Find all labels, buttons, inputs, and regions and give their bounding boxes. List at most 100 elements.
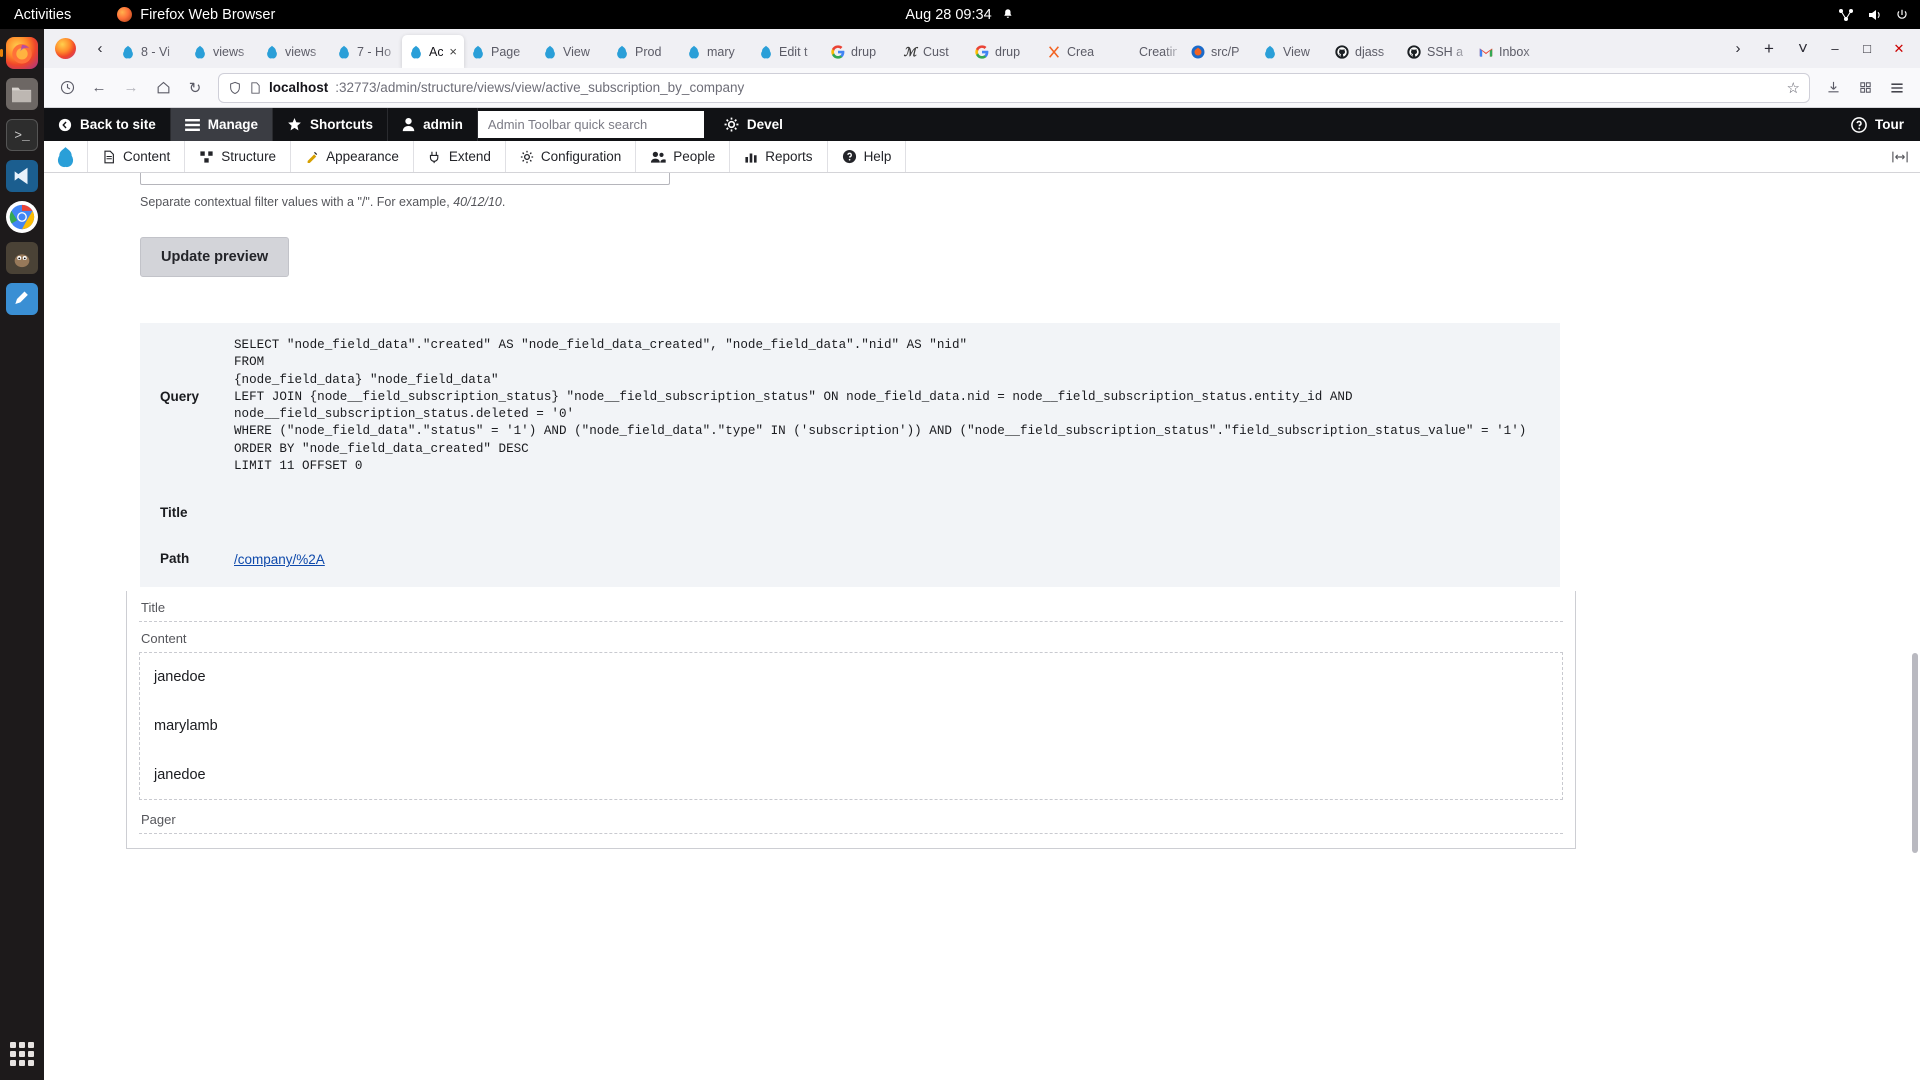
- vscode-icon: [11, 165, 33, 187]
- tour-button[interactable]: Tour: [1835, 108, 1920, 141]
- new-tab-button[interactable]: +: [1752, 29, 1786, 68]
- drupal-favicon: [687, 45, 701, 59]
- admin-menu-item-configuration[interactable]: Configuration: [506, 141, 636, 172]
- chrome-icon: [9, 204, 35, 230]
- admin-quick-search-placeholder: Admin Toolbar quick search: [488, 117, 647, 132]
- browser-tab[interactable]: drup: [824, 35, 896, 68]
- file-icon: [102, 150, 116, 164]
- query-label: Query: [140, 337, 234, 404]
- url-path: :32773/admin/structure/views/view/active…: [335, 80, 744, 95]
- dock-item-terminal[interactable]: >_: [6, 119, 38, 151]
- tab-label: SSH a: [1427, 45, 1463, 59]
- content-row: janedoe: [140, 750, 1562, 799]
- clock[interactable]: Aug 28 09:34: [905, 7, 1014, 23]
- browser-tab[interactable]: views: [186, 35, 258, 68]
- dock-item-chrome[interactable]: [6, 201, 38, 233]
- browser-tab[interactable]: Edit t: [752, 35, 824, 68]
- reload-button[interactable]: ↻: [180, 73, 210, 103]
- url-bar[interactable]: localhost:32773/admin/structure/views/vi…: [218, 73, 1810, 103]
- tab-scroll-right-button[interactable]: ›: [1724, 29, 1752, 68]
- browser-tab[interactable]: drup: [968, 35, 1040, 68]
- minimize-button[interactable]: –: [1820, 29, 1850, 68]
- brush-icon: [305, 150, 319, 164]
- drupal-logo-icon[interactable]: [44, 141, 88, 172]
- user-tab[interactable]: admin: [388, 108, 478, 141]
- admin-menu-label: People: [673, 149, 715, 164]
- browser-tab[interactable]: mary: [680, 35, 752, 68]
- browser-tab[interactable]: ℳCust: [896, 35, 968, 68]
- dock-item-gimp[interactable]: [6, 242, 38, 274]
- admin-menu-item-people[interactable]: People: [636, 141, 730, 172]
- browser-tab[interactable]: 7 - Ho: [330, 35, 402, 68]
- downloads-icon[interactable]: [1818, 73, 1848, 103]
- browser-tab[interactable]: src/P: [1184, 35, 1256, 68]
- admin-menu-item-structure[interactable]: Structure: [185, 141, 291, 172]
- toolbar-orientation-toggle[interactable]: [1880, 141, 1920, 172]
- back-to-site-button[interactable]: Back to site: [44, 108, 171, 141]
- firefox-app-button[interactable]: [44, 29, 86, 68]
- page-scrollbar[interactable]: [1910, 173, 1920, 1080]
- dock-item-text-editor[interactable]: [6, 283, 38, 315]
- preview-path-link[interactable]: /company/%2A: [234, 552, 325, 567]
- drupal-favicon: [409, 45, 423, 59]
- browser-tab[interactable]: View: [536, 35, 608, 68]
- tab-scroll-left-button[interactable]: ‹: [86, 29, 114, 68]
- tab-label: drup: [995, 45, 1020, 59]
- admin-menu-label: Reports: [765, 149, 812, 164]
- dock-item-firefox[interactable]: [6, 37, 38, 69]
- devel-tab[interactable]: Devel: [704, 108, 797, 141]
- admin-menu-label: Help: [864, 149, 892, 164]
- browser-tab[interactable]: Creating: [1112, 35, 1184, 68]
- activities-button[interactable]: Activities: [14, 7, 71, 23]
- browser-tab[interactable]: Ac×: [402, 35, 464, 68]
- star-icon: [287, 117, 302, 132]
- admin-menu-item-appearance[interactable]: Appearance: [291, 141, 414, 172]
- admin-menu-item-content[interactable]: Content: [88, 141, 185, 172]
- home-icon[interactable]: [148, 73, 178, 103]
- help-icon: [842, 149, 857, 164]
- list-all-tabs-button[interactable]: ˅: [1786, 29, 1820, 68]
- close-window-button[interactable]: ✕: [1884, 29, 1914, 68]
- manage-tab[interactable]: Manage: [171, 108, 273, 141]
- update-preview-button[interactable]: Update preview: [140, 237, 289, 277]
- chart-icon: [744, 150, 758, 164]
- forward-button[interactable]: →: [116, 73, 146, 103]
- extensions-icon[interactable]: [1850, 73, 1880, 103]
- contextual-filter-input[interactable]: [140, 173, 670, 185]
- dock-item-files[interactable]: [6, 78, 38, 110]
- preview-path-label: Path: [140, 551, 234, 566]
- notification-bell-icon: [1002, 8, 1015, 21]
- query-sql-text: SELECT "node_field_data"."created" AS "n…: [234, 337, 1544, 475]
- browser-tab[interactable]: View: [1256, 35, 1328, 68]
- show-applications-button[interactable]: [10, 1042, 34, 1066]
- browser-tab[interactable]: djass: [1328, 35, 1400, 68]
- browser-tab[interactable]: Prod: [608, 35, 680, 68]
- maximize-button[interactable]: □: [1852, 29, 1882, 68]
- firefox-icon: [9, 40, 35, 66]
- admin-menu-item-help[interactable]: Help: [828, 141, 907, 172]
- scrollbar-thumb[interactable]: [1912, 653, 1918, 853]
- gnome-top-bar: Activities Firefox Web Browser Aug 28 09…: [0, 0, 1920, 29]
- focused-app-indicator[interactable]: Firefox Web Browser: [117, 7, 275, 23]
- back-button[interactable]: ←: [84, 73, 114, 103]
- browser-tab[interactable]: 8 - Vi: [114, 35, 186, 68]
- app-menu-icon[interactable]: [1882, 73, 1912, 103]
- admin-quick-search-input[interactable]: Admin Toolbar quick search: [478, 111, 704, 138]
- bookmark-star-icon[interactable]: ☆: [1787, 79, 1800, 97]
- dock-item-vscode[interactable]: [6, 160, 38, 192]
- browser-tab[interactable]: Page: [464, 35, 536, 68]
- system-status-area[interactable]: [1838, 8, 1908, 22]
- admin-menu-item-extend[interactable]: Extend: [414, 141, 506, 172]
- browser-tab[interactable]: Inbox: [1472, 35, 1544, 68]
- drupal-favicon: [121, 45, 135, 59]
- history-icon[interactable]: [52, 73, 82, 103]
- browser-tab[interactable]: views: [258, 35, 330, 68]
- shortcuts-tab[interactable]: Shortcuts: [273, 108, 388, 141]
- browser-tab[interactable]: Crea: [1040, 35, 1112, 68]
- tab-label: 8 - Vi: [141, 45, 170, 59]
- ubuntu-dock: >_: [0, 29, 44, 1080]
- close-tab-button[interactable]: ×: [449, 44, 457, 59]
- browser-tab[interactable]: SSH a: [1400, 35, 1472, 68]
- drupal-favicon: [543, 45, 557, 59]
- admin-menu-item-reports[interactable]: Reports: [730, 141, 827, 172]
